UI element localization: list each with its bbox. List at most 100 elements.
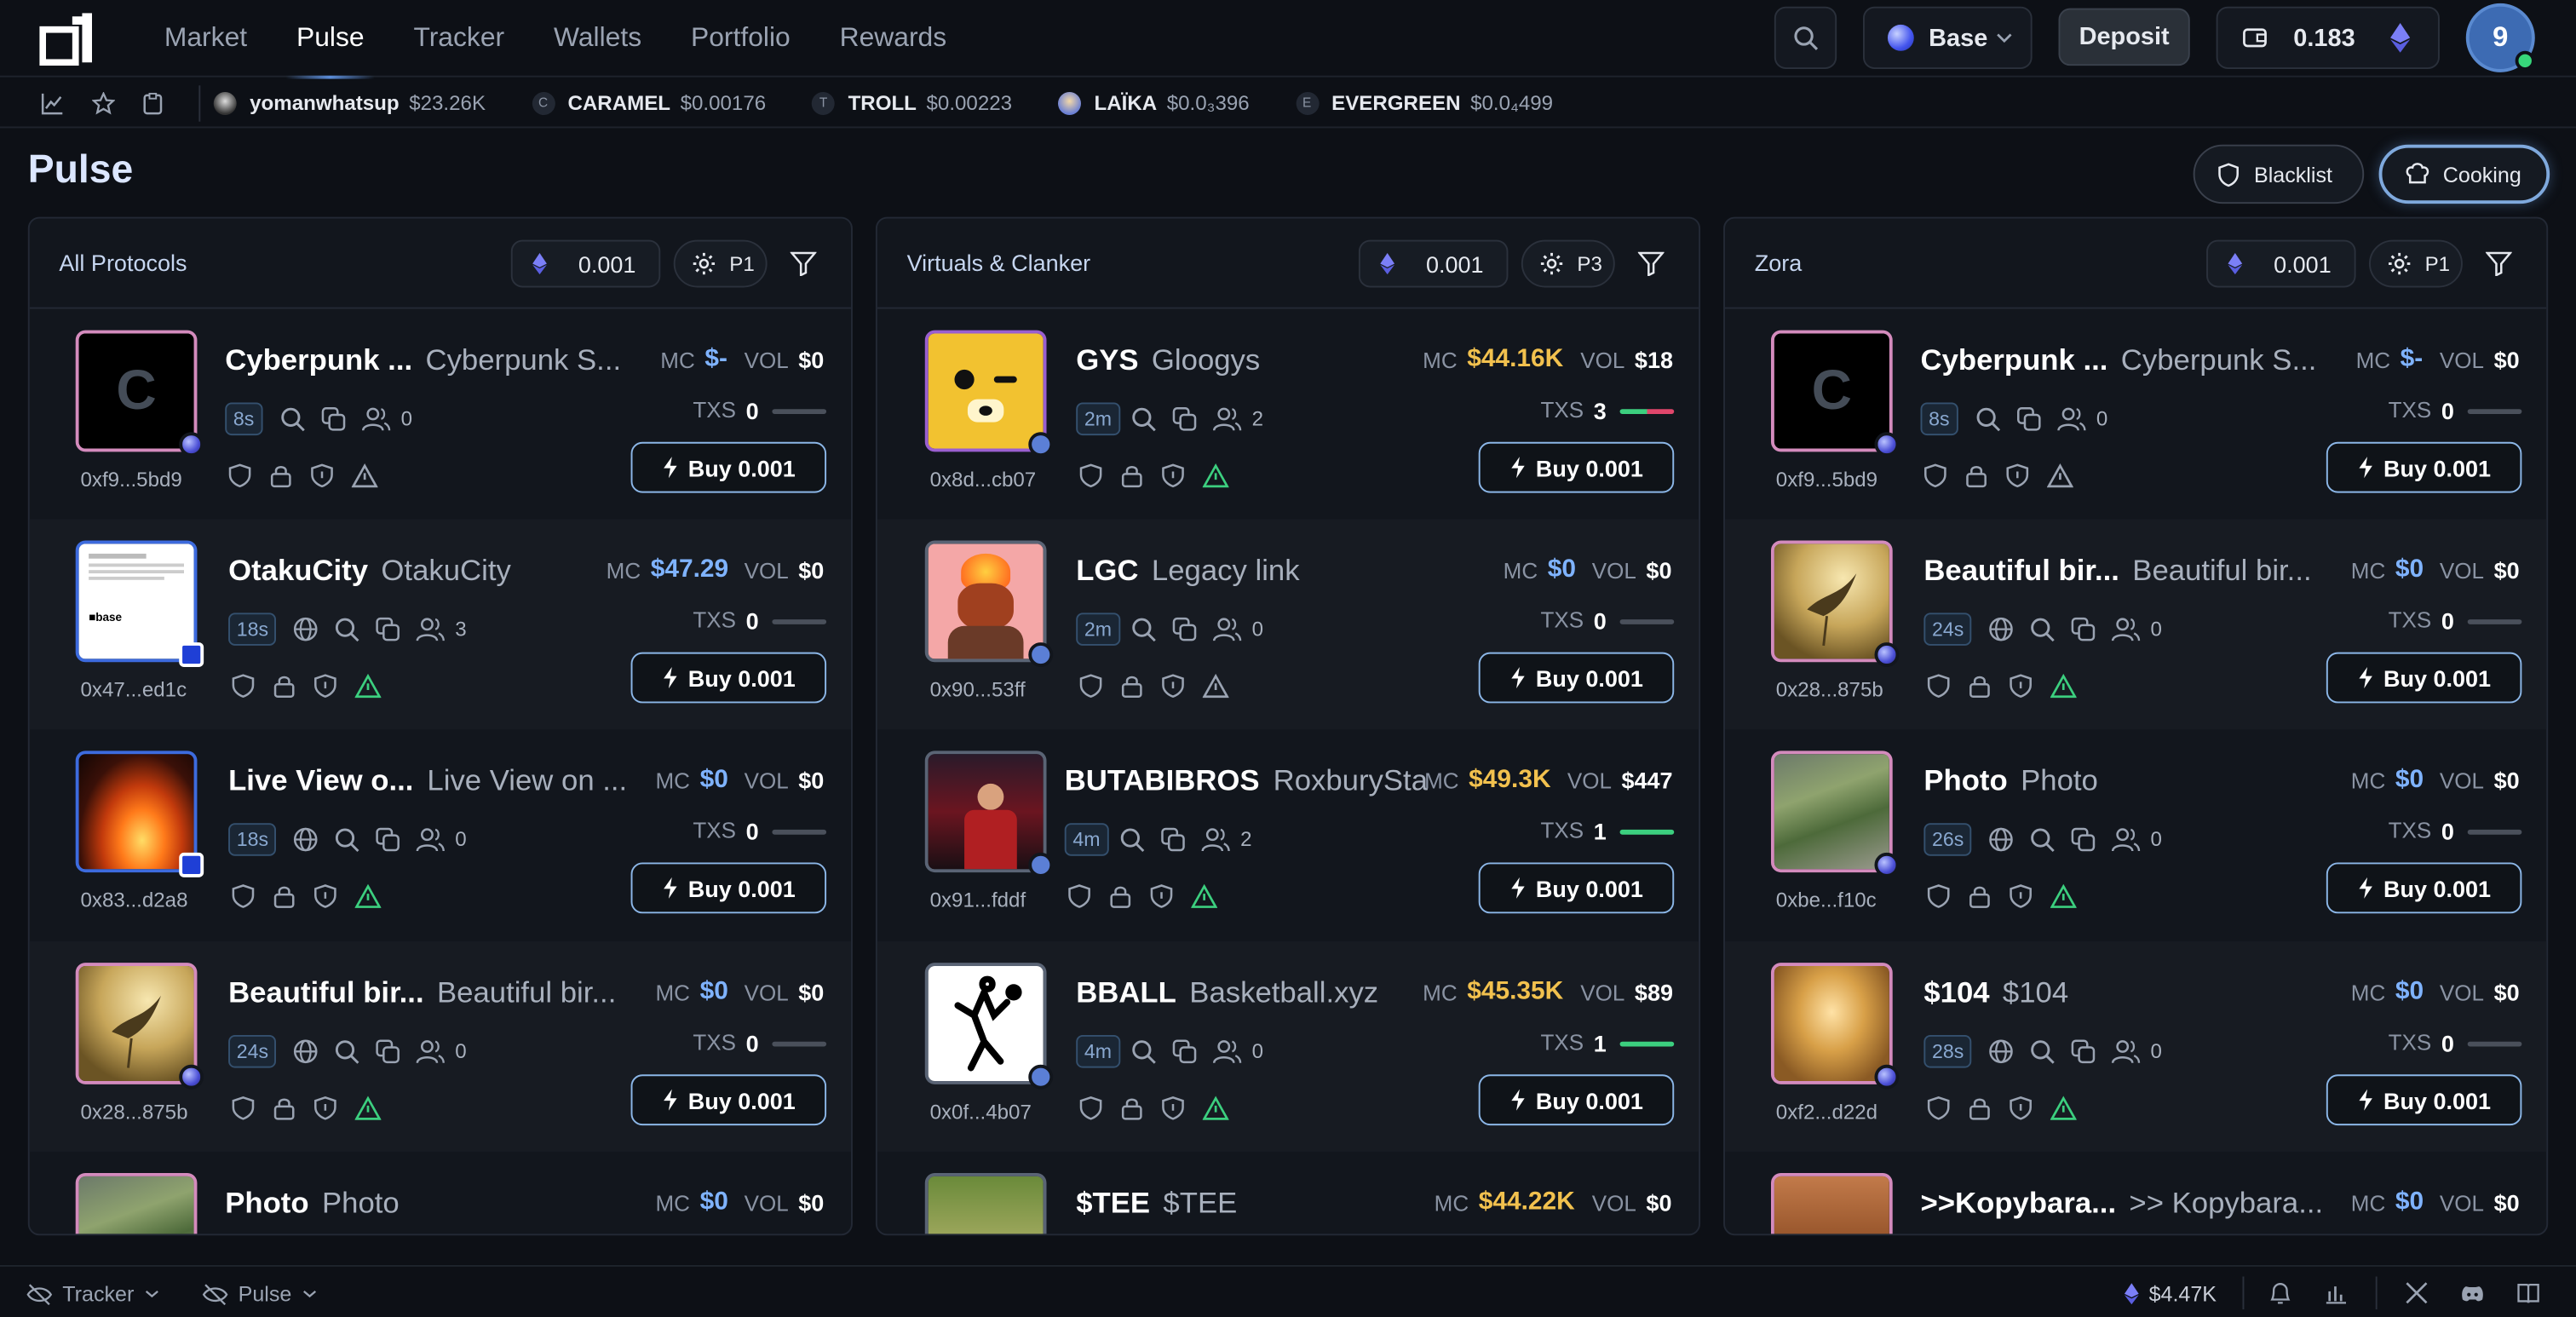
star-icon[interactable] (91, 91, 115, 114)
token-avatar[interactable] (924, 751, 1047, 873)
clipboard-icon[interactable] (143, 91, 163, 114)
quick-buy-amount[interactable]: 0.001 (2206, 239, 2356, 288)
token-card[interactable]: 0x28...875b Beautiful bir... Beautiful bir… (29, 941, 851, 1152)
token-card[interactable]: C 0xf9...5bd9 Cyberpunk ... Cyberpunk S... 8… (30, 309, 851, 520)
search-token[interactable] (333, 616, 361, 644)
token-address[interactable]: 0x47...ed1c (80, 678, 187, 701)
token-address[interactable]: 0x91...fddf (930, 889, 1026, 912)
token-avatar[interactable]: C (75, 330, 198, 452)
token-address[interactable]: 0x0f...4b07 (930, 1101, 1032, 1124)
discord-icon[interactable] (2459, 1283, 2486, 1304)
search-token[interactable] (279, 405, 308, 434)
token-address[interactable]: 0xf9...5bd9 (1776, 469, 1877, 492)
website-link[interactable] (1988, 826, 2016, 854)
token-card[interactable]: 0xbe...f10c Photo Photo 26s 0 MC $0 VOL $0 TXS 0 Bu… (1725, 729, 2546, 940)
quick-buy-amount[interactable]: 0.001 (510, 239, 661, 288)
quick-buy-button[interactable]: Buy 0.001 (1478, 1074, 1675, 1126)
search-token[interactable] (1118, 826, 1147, 854)
quick-buy-button[interactable]: Buy 0.001 (1478, 862, 1675, 914)
bell-icon[interactable] (2268, 1281, 2291, 1306)
ticker-item[interactable]: LAÏKA $0.0₃396 (1058, 91, 1250, 115)
token-avatar[interactable] (924, 330, 1047, 452)
search-token[interactable] (2029, 826, 2057, 854)
token-avatar[interactable] (924, 540, 1047, 663)
website-link[interactable] (1988, 1038, 2016, 1067)
book-icon[interactable] (2517, 1281, 2540, 1304)
copy-address[interactable] (1160, 826, 1188, 854)
token-card[interactable]: C 0xf9...5bd9 Cyberpunk ... Cyberpunk S... 8… (1725, 309, 2546, 520)
copy-address[interactable] (1171, 405, 1199, 434)
wallet-balance[interactable]: 0.183 (2216, 6, 2440, 69)
quick-buy-button[interactable]: Buy 0.001 (2326, 862, 2522, 914)
token-card[interactable]: $TEE $TEE MC $44.22K VOL $0 (877, 1152, 1699, 1234)
token-avatar[interactable] (1770, 1172, 1893, 1234)
copy-address[interactable] (1171, 616, 1199, 644)
token-card[interactable]: 0x83...d2a8 Live View o... Live View on ..… (30, 729, 851, 940)
ticker-item[interactable]: E EVERGREEN $0.0₄499 (1295, 91, 1553, 115)
token-address[interactable]: 0x83...d2a8 (80, 889, 187, 912)
quick-buy-button[interactable]: Buy 0.001 (2326, 652, 2522, 704)
copy-address[interactable] (375, 616, 403, 644)
token-avatar[interactable] (924, 1172, 1047, 1234)
preset-selector[interactable]: P1 (2368, 239, 2463, 288)
token-card[interactable]: 0x8d...cb07 GYS Gloogys 2m 2 MC $44.16K VOL $18 T… (877, 309, 1699, 520)
token-card[interactable]: 0x0f...4b07 BBALL Basketball.xyz 4m 0 MC $45.3… (877, 941, 1699, 1152)
search-token[interactable] (1130, 1038, 1159, 1067)
nav-wallets[interactable]: Wallets (554, 0, 641, 78)
blacklist-button[interactable]: Blacklist (2193, 144, 2365, 204)
preset-selector[interactable]: P3 (1521, 239, 1615, 288)
token-card[interactable]: ■base 0x47...ed1c OtakuCity OtakuCity 18s 3 MC… (29, 519, 851, 730)
search-token[interactable] (1975, 405, 2003, 434)
copy-address[interactable] (2070, 616, 2098, 644)
token-avatar[interactable]: C (1770, 330, 1893, 452)
token-avatar[interactable] (924, 963, 1047, 1084)
token-card[interactable]: >>Kopybara... >> Kopybara... MC $0 VOL $0 (1725, 1152, 2546, 1234)
token-address[interactable]: 0xf2...d22d (1776, 1101, 1877, 1124)
copy-address[interactable] (320, 405, 348, 434)
filter-icon[interactable] (2485, 251, 2512, 276)
token-address[interactable]: 0x8d...cb07 (930, 469, 1037, 492)
token-avatar[interactable] (75, 1172, 198, 1234)
token-address[interactable]: 0xf9...5bd9 (80, 469, 181, 492)
token-address[interactable]: 0x28...875b (80, 1101, 187, 1124)
search-token[interactable] (1130, 616, 1159, 644)
deposit-button[interactable]: Deposit (2058, 8, 2190, 66)
copy-address[interactable] (2070, 1038, 2098, 1067)
search-button[interactable] (1774, 6, 1837, 69)
token-address[interactable]: 0xbe...f10c (1776, 889, 1877, 912)
quick-buy-button[interactable]: Buy 0.001 (630, 441, 827, 493)
quick-buy-button[interactable]: Buy 0.001 (1478, 441, 1675, 493)
copy-address[interactable] (2070, 826, 2098, 854)
website-link[interactable] (1988, 616, 2016, 644)
token-avatar[interactable] (75, 751, 198, 873)
filter-icon[interactable] (790, 251, 817, 276)
chain-selector[interactable]: Base (1862, 6, 2033, 69)
app-logo[interactable] (39, 10, 98, 66)
token-card[interactable]: 0xf2...d22d $104 $104 28s 0 MC $0 VOL $0 TXS 0 Buy … (1724, 941, 2547, 1152)
ticker-item[interactable]: C CARAMEL $0.00176 (532, 91, 766, 115)
copy-address[interactable] (2015, 405, 2044, 434)
token-address[interactable]: 0x90...53ff (930, 678, 1026, 701)
tracker-toggle[interactable]: Tracker (26, 1281, 158, 1306)
token-card[interactable]: Photo Photo MC $0 VOL $0 (30, 1152, 851, 1234)
website-link[interactable] (292, 826, 320, 854)
ticker-item[interactable]: T TROLL $0.00223 (812, 91, 1012, 115)
search-token[interactable] (333, 826, 361, 854)
chart-icon[interactable] (41, 91, 64, 114)
search-token[interactable] (333, 1038, 361, 1067)
x-twitter-icon[interactable] (2405, 1281, 2428, 1304)
nav-tracker[interactable]: Tracker (413, 0, 504, 78)
quick-buy-button[interactable]: Buy 0.001 (2326, 441, 2522, 493)
preset-selector[interactable]: P1 (673, 239, 768, 288)
token-card[interactable]: 0x28...875b Beautiful bir... Beautiful bir… (1724, 519, 2547, 730)
copy-address[interactable] (375, 1038, 403, 1067)
token-avatar[interactable]: ■base (75, 540, 198, 663)
token-address[interactable]: 0x28...875b (1776, 678, 1883, 701)
search-token[interactable] (2029, 1038, 2057, 1067)
nav-portfolio[interactable]: Portfolio (691, 0, 791, 78)
token-avatar[interactable] (1770, 963, 1893, 1084)
ticker-item[interactable]: yomanwhatsup $23.26K (213, 91, 486, 115)
quick-buy-amount[interactable]: 0.001 (1358, 239, 1509, 288)
token-avatar[interactable] (75, 963, 198, 1084)
website-link[interactable] (292, 616, 320, 644)
